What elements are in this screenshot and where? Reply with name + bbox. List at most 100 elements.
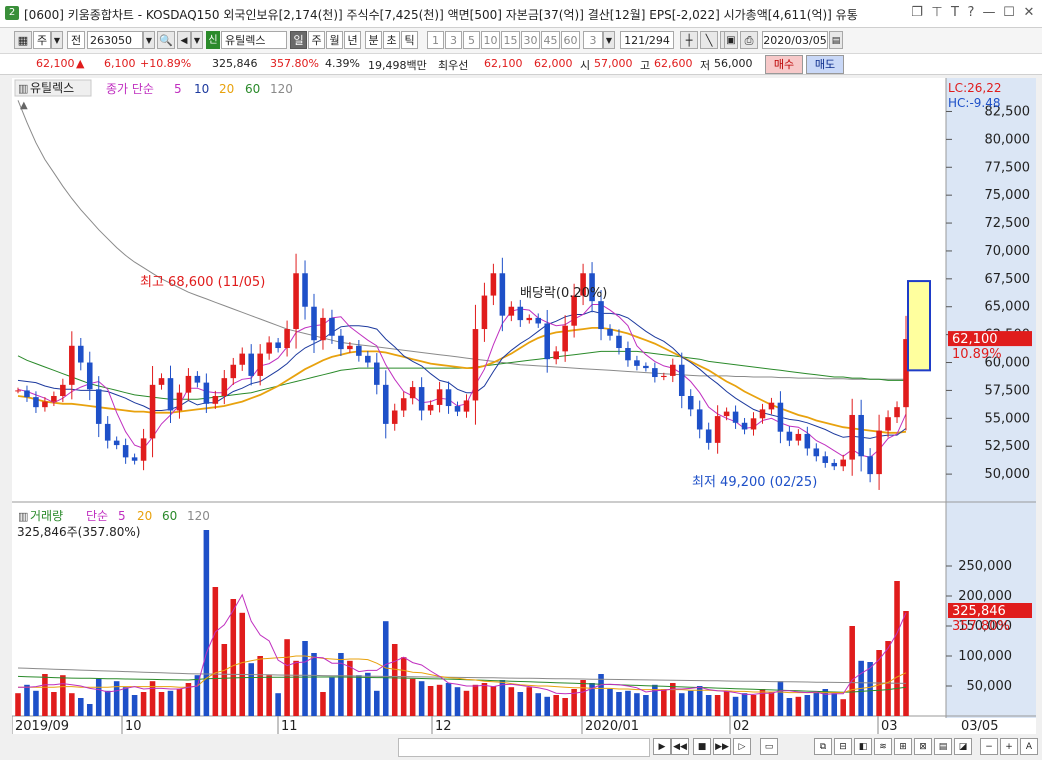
volume-bar <box>670 683 676 716</box>
tool-icon-1[interactable]: ⧉ <box>814 738 832 755</box>
sound-dropdown-icon[interactable]: ▼ <box>191 31 203 49</box>
candle-body <box>185 375 192 393</box>
fast-forward-icon[interactable]: ▶▶ <box>713 738 731 755</box>
zoom-in-button[interactable]: + <box>1000 738 1018 755</box>
candle-body <box>678 364 685 396</box>
data-count[interactable]: 121/294 <box>620 31 674 49</box>
minute-1[interactable]: 1 <box>427 31 444 49</box>
period-list-icon[interactable]: ▦ <box>14 31 32 49</box>
code-dropdown-icon[interactable]: ▼ <box>143 31 155 49</box>
ma60-legend: 60 <box>245 82 260 96</box>
candle-body <box>750 418 757 430</box>
tool-icon-2[interactable]: ⊟ <box>834 738 852 755</box>
volume-tick-label: 50,000 <box>967 679 1013 694</box>
tool-icon-8[interactable]: ◪ <box>954 738 972 755</box>
volume-bar <box>347 660 353 716</box>
candle-body <box>786 431 793 441</box>
rewind-icon[interactable]: ◀◀ <box>671 738 689 755</box>
volume-bar <box>643 695 649 716</box>
next-icon[interactable]: ▷ <box>733 738 751 755</box>
candle-body <box>51 396 57 402</box>
stock-code-input[interactable]: 263050 <box>87 31 143 49</box>
all-select[interactable]: 전 <box>67 31 85 49</box>
chart-svg[interactable]: 50,00052,50055,00057,50060,00062,50065,0… <box>11 78 1036 734</box>
tool-icon-6[interactable]: ⊠ <box>914 738 932 755</box>
scroll-up-icon[interactable]: ▲ <box>20 100 28 111</box>
sell-button[interactable]: 매도 <box>806 55 844 74</box>
volume-bar <box>311 653 317 716</box>
auto-scale-button[interactable]: A <box>1020 738 1038 755</box>
tab-month[interactable]: 월 <box>326 31 343 49</box>
close-icon[interactable]: ✕ <box>1020 4 1038 22</box>
zoom-out-button[interactable]: − <box>980 738 998 755</box>
candle-body <box>463 400 470 412</box>
custom-minute-dropdown-icon[interactable]: ▼ <box>603 31 615 49</box>
volume-bars <box>15 530 909 716</box>
tool-icon-5[interactable]: ⊞ <box>894 738 912 755</box>
tool-icon-7[interactable]: ▤ <box>934 738 952 755</box>
minute-5[interactable]: 5 <box>463 31 480 49</box>
pin-icon[interactable]: ⊤ <box>928 4 946 22</box>
candle-body <box>257 353 263 376</box>
minimize-icon[interactable]: — <box>980 4 998 22</box>
ask-price: 62,100 <box>484 57 523 70</box>
vol-ma5-legend: 5 <box>118 509 126 523</box>
period-unit-select[interactable]: 주 <box>33 31 51 49</box>
save-icon[interactable]: ▣ <box>724 31 738 49</box>
candle-body <box>293 273 299 330</box>
window-restore-icon[interactable]: ❐ <box>908 4 926 22</box>
crosshair-icon[interactable]: ┼ <box>680 31 698 49</box>
draw-line-icon[interactable]: ╲ <box>700 31 718 49</box>
volume-bar <box>365 672 371 716</box>
dividend-annotation: 배당락(0.20%) <box>520 286 607 301</box>
tool-icon-3[interactable]: ◧ <box>854 738 872 755</box>
chart-area[interactable]: 50,00052,50055,00057,50060,00062,50065,0… <box>11 78 1036 734</box>
stock-name-field[interactable]: 유틸렉스 <box>221 31 287 49</box>
volume-bar <box>885 641 891 716</box>
sound-icon[interactable]: ◀ <box>177 31 191 49</box>
print-icon[interactable]: ⎙ <box>740 31 758 49</box>
candle-body <box>158 378 165 385</box>
tab-week[interactable]: 주 <box>308 31 325 49</box>
price-tick-label: 80,000 <box>985 132 1031 147</box>
buy-button[interactable]: 매수 <box>765 55 803 74</box>
search-icon[interactable]: 🔍 <box>157 31 175 49</box>
stop-icon[interactable]: ■ <box>693 738 711 755</box>
tab-second[interactable]: 초 <box>383 31 400 49</box>
candle-body <box>302 273 308 307</box>
scroll-right-icon[interactable]: ▶ <box>653 738 671 755</box>
tab-year[interactable]: 년 <box>344 31 361 49</box>
candle-body <box>759 409 766 419</box>
candle-body <box>329 317 335 336</box>
candle-body <box>535 317 542 324</box>
tool-icon-4[interactable]: ≋ <box>874 738 892 755</box>
open-label: 시 <box>580 59 591 72</box>
minute-3[interactable]: 3 <box>445 31 462 49</box>
volume-bar <box>275 693 281 716</box>
scrollbar-track[interactable] <box>398 738 650 757</box>
minute-10[interactable]: 10 <box>481 31 500 49</box>
minute-60[interactable]: 60 <box>561 31 580 49</box>
custom-minute-input[interactable]: 3 <box>583 31 603 49</box>
maximize-icon[interactable]: ☐ <box>1000 4 1018 22</box>
candle-body <box>705 429 712 443</box>
candle-body <box>696 409 703 430</box>
candle-body <box>149 384 156 439</box>
tab-minute[interactable]: 분 <box>365 31 382 49</box>
ma10-legend: 10 <box>194 82 209 96</box>
layout-icon[interactable]: ▭ <box>760 738 778 755</box>
vol-ma60-legend: 60 <box>162 509 177 523</box>
help-icon[interactable]: ? <box>962 4 980 22</box>
date-input[interactable]: 2020/03/05 <box>762 31 828 49</box>
tab-day[interactable]: 일 <box>290 31 307 49</box>
minute-45[interactable]: 45 <box>541 31 560 49</box>
minute-30[interactable]: 30 <box>521 31 540 49</box>
tab-tick[interactable]: 틱 <box>401 31 418 49</box>
chevron-down-icon[interactable]: ▼ <box>51 31 63 49</box>
minute-15[interactable]: 15 <box>501 31 520 49</box>
candle-body <box>365 355 371 363</box>
calendar-icon[interactable]: ▤ <box>829 31 843 49</box>
date-label: 2019/09 <box>15 719 69 734</box>
candle-body <box>436 389 443 405</box>
price-tick-label: 50,000 <box>985 467 1031 482</box>
